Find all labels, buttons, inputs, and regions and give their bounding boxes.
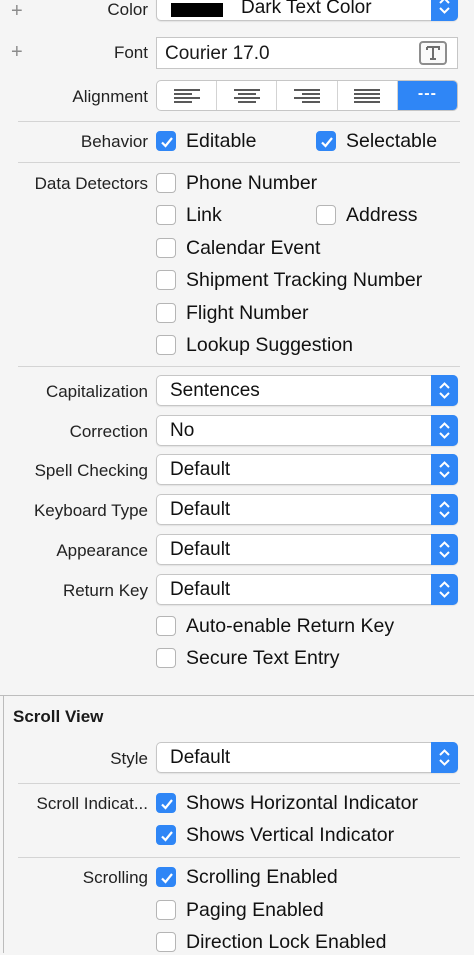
chevron-updown-icon xyxy=(431,494,458,525)
correction-popup[interactable]: No xyxy=(156,415,458,446)
spell-checking-label: Spell Checking xyxy=(34,461,148,480)
align-left-icon[interactable] xyxy=(157,81,218,110)
divider xyxy=(18,366,460,367)
add-color-variation-button[interactable]: + xyxy=(11,1,23,21)
calendar-event-label: Calendar Event xyxy=(186,237,321,259)
add-font-variation-button[interactable]: + xyxy=(11,42,23,62)
checkmark-icon xyxy=(316,131,336,151)
scroll-style-popup[interactable]: Default xyxy=(156,742,458,773)
data-detectors-label: Data Detectors xyxy=(34,174,148,193)
text-color-popup[interactable]: Dark Text Color xyxy=(156,0,458,21)
divider xyxy=(18,162,460,163)
divider xyxy=(18,783,460,784)
return-key-value: Default xyxy=(170,579,231,600)
shows-horizontal-indicator-label: Shows Horizontal Indicator xyxy=(186,792,418,814)
scroll-view-section-title: Scroll View xyxy=(13,707,104,726)
flight-number-label: Flight Number xyxy=(186,302,309,324)
chevron-updown-icon xyxy=(431,454,458,485)
return-key-label: Return Key xyxy=(62,581,148,600)
color-label: Color xyxy=(107,0,148,19)
keyboard-type-popup[interactable]: Default xyxy=(156,494,458,525)
font-label: Font xyxy=(113,43,148,62)
chevron-updown-icon xyxy=(431,415,458,446)
capitalization-popup[interactable]: Sentences xyxy=(156,375,458,406)
scroll-style-value: Default xyxy=(170,747,231,768)
chevron-updown-icon xyxy=(431,0,458,21)
correction-label: Correction xyxy=(69,422,148,441)
lookup-suggestion-label: Lookup Suggestion xyxy=(186,334,353,356)
editable-label: Editable xyxy=(186,130,257,152)
address-label: Address xyxy=(346,204,418,226)
appearance-value: Default xyxy=(170,539,231,560)
align-right-icon[interactable] xyxy=(277,81,338,110)
paging-enabled-label: Paging Enabled xyxy=(186,899,324,921)
checkmark-icon xyxy=(156,825,176,845)
align-justified-icon[interactable] xyxy=(338,81,398,110)
checkmark-icon xyxy=(156,793,176,813)
direction-lock-enabled-label: Direction Lock Enabled xyxy=(186,931,387,953)
alignment-segmented-control[interactable]: --- xyxy=(156,80,458,111)
panel-edge xyxy=(3,695,4,953)
font-picker-icon[interactable] xyxy=(419,41,447,65)
text-color-value: Dark Text Color xyxy=(241,0,372,18)
chevron-updown-icon xyxy=(431,742,458,773)
shipment-tracking-label: Shipment Tracking Number xyxy=(186,269,423,291)
spell-checking-popup[interactable]: Default xyxy=(156,454,458,485)
section-separator xyxy=(0,695,474,696)
scrolling-enabled-label: Scrolling Enabled xyxy=(186,866,338,888)
style-label: Style xyxy=(110,749,148,768)
alignment-label: Alignment xyxy=(72,87,148,106)
return-key-popup[interactable]: Default xyxy=(156,574,458,605)
divider xyxy=(18,121,460,122)
checkmark-icon xyxy=(156,867,176,887)
align-center-icon[interactable] xyxy=(217,81,278,110)
appearance-popup[interactable]: Default xyxy=(156,534,458,565)
chevron-updown-icon xyxy=(431,375,458,406)
secure-text-entry-label: Secure Text Entry xyxy=(186,647,340,669)
capitalization-label: Capitalization xyxy=(45,382,148,401)
scrolling-label: Scrolling xyxy=(82,868,148,887)
auto-enable-return-key-label: Auto-enable Return Key xyxy=(186,615,395,637)
behavior-label: Behavior xyxy=(80,132,148,151)
keyboard-type-label: Keyboard Type xyxy=(33,501,148,520)
checkmark-icon xyxy=(156,131,176,151)
capitalization-value: Sentences xyxy=(170,380,260,401)
align-natural-glyph: --- xyxy=(417,85,437,102)
spell-checking-value: Default xyxy=(170,459,231,480)
chevron-updown-icon xyxy=(431,534,458,565)
correction-value: No xyxy=(170,420,195,441)
align-natural-icon[interactable]: --- xyxy=(397,81,457,110)
appearance-label: Appearance xyxy=(56,541,148,560)
scroll-indicators-label: Scroll Indicat... xyxy=(36,794,149,813)
divider xyxy=(18,857,460,858)
link-label: Link xyxy=(186,204,222,226)
chevron-updown-icon xyxy=(431,574,458,605)
font-field[interactable]: Courier 17.0 xyxy=(156,37,458,69)
keyboard-type-value: Default xyxy=(170,499,231,520)
color-swatch xyxy=(171,3,223,17)
shows-vertical-indicator-label: Shows Vertical Indicator xyxy=(186,824,395,846)
phone-number-label: Phone Number xyxy=(186,172,318,194)
font-value: Courier 17.0 xyxy=(165,43,270,64)
selectable-label: Selectable xyxy=(346,130,438,152)
